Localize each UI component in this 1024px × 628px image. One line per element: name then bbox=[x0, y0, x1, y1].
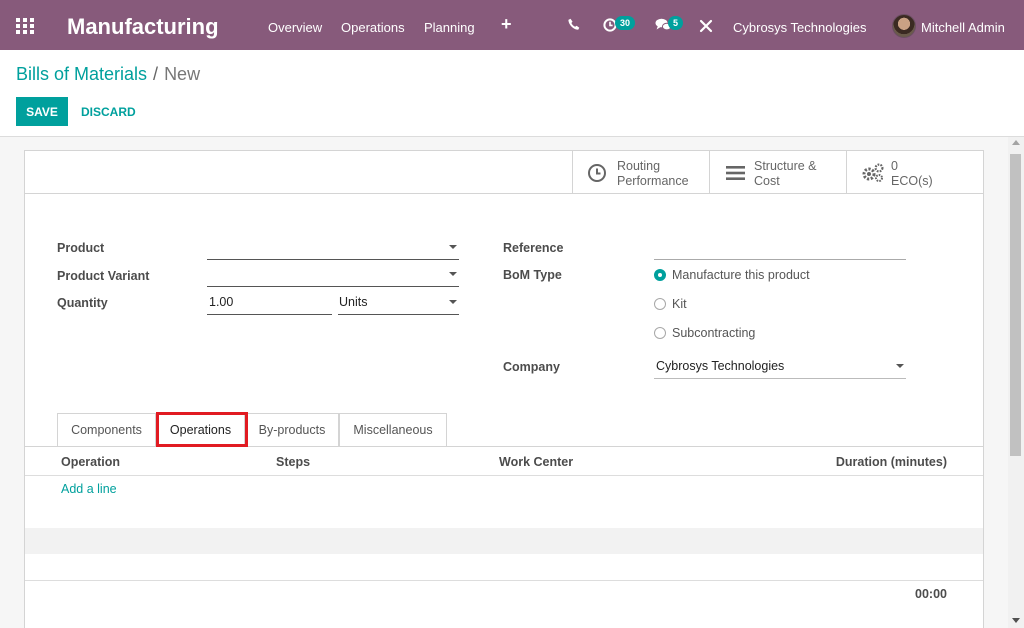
discard-button[interactable]: DISCARD bbox=[74, 97, 143, 126]
activity-count-badge: 30 bbox=[615, 16, 636, 30]
structure-cost-label: Structure & Cost bbox=[754, 159, 817, 188]
column-header-operation[interactable]: Operation bbox=[61, 455, 120, 469]
phone-icon[interactable] bbox=[568, 18, 580, 35]
quantity-field[interactable]: 1.00 bbox=[207, 293, 332, 315]
bom-type-kit-radio[interactable] bbox=[654, 298, 666, 310]
column-header-steps[interactable]: Steps bbox=[276, 455, 310, 469]
bom-type-subcontracting-radio[interactable] bbox=[654, 327, 666, 339]
eco-button[interactable]: 0 ECO(s) bbox=[846, 151, 983, 193]
breadcrumb: Bills of Materials / New bbox=[16, 64, 200, 85]
structure-cost-button[interactable]: Structure & Cost bbox=[709, 151, 846, 193]
tab-miscellaneous[interactable]: Miscellaneous bbox=[339, 413, 447, 447]
apps-menu-icon[interactable] bbox=[16, 18, 34, 34]
clock-icon bbox=[587, 163, 607, 187]
menu-overview[interactable]: Overview bbox=[268, 20, 322, 35]
bom-type-manufacture-radio[interactable] bbox=[654, 269, 666, 281]
chevron-down-icon bbox=[449, 300, 457, 304]
table-row bbox=[25, 528, 983, 554]
column-header-duration[interactable]: Duration (minutes) bbox=[836, 455, 947, 469]
total-duration: 00:00 bbox=[915, 587, 947, 601]
breadcrumb-current: New bbox=[164, 64, 201, 84]
bom-type-manufacture-label[interactable]: Manufacture this product bbox=[672, 268, 810, 282]
bom-type-kit-label[interactable]: Kit bbox=[672, 297, 687, 311]
tab-by-products[interactable]: By-products bbox=[245, 413, 339, 447]
chevron-down-icon bbox=[449, 272, 457, 276]
column-header-work-center[interactable]: Work Center bbox=[499, 455, 573, 469]
routing-performance-button[interactable]: Routing Performance bbox=[572, 151, 709, 193]
tools-icon[interactable] bbox=[699, 19, 713, 37]
routing-performance-label: Routing Performance bbox=[617, 159, 689, 188]
gears-icon bbox=[861, 163, 885, 187]
bom-type-subcontracting-label[interactable]: Subcontracting bbox=[672, 326, 755, 340]
company-label: Company bbox=[503, 360, 560, 374]
breadcrumb-separator: / bbox=[153, 64, 159, 84]
message-count-badge: 5 bbox=[668, 16, 684, 30]
bars-icon bbox=[726, 163, 746, 187]
user-menu[interactable]: Mitchell Admin bbox=[921, 20, 1005, 35]
scroll-down-arrow[interactable] bbox=[1012, 618, 1020, 623]
company-field[interactable]: Cybrosys Technologies bbox=[654, 357, 906, 379]
tab-components[interactable]: Components bbox=[57, 413, 156, 447]
breadcrumb-parent-link[interactable]: Bills of Materials bbox=[16, 64, 147, 84]
menu-planning[interactable]: Planning bbox=[424, 20, 475, 35]
plus-icon[interactable]: + bbox=[501, 14, 512, 35]
product-variant-label: Product Variant bbox=[57, 269, 150, 283]
company-switcher[interactable]: Cybrosys Technologies bbox=[733, 20, 866, 35]
reference-field[interactable] bbox=[654, 238, 906, 260]
highlight-box bbox=[156, 412, 248, 447]
save-button[interactable]: SAVE bbox=[16, 97, 68, 126]
bom-type-label: BoM Type bbox=[503, 268, 562, 282]
table-row bbox=[25, 476, 983, 502]
scroll-up-arrow[interactable] bbox=[1012, 140, 1020, 145]
menu-operations[interactable]: Operations bbox=[341, 20, 405, 35]
product-variant-field[interactable] bbox=[207, 265, 459, 287]
table-footer-divider bbox=[25, 580, 983, 581]
app-title[interactable]: Manufacturing bbox=[67, 14, 219, 40]
product-label: Product bbox=[57, 241, 105, 255]
product-field[interactable] bbox=[207, 238, 459, 260]
reference-label: Reference bbox=[503, 241, 564, 255]
chevron-down-icon bbox=[896, 364, 904, 368]
quantity-label: Quantity bbox=[57, 296, 108, 310]
eco-label: 0 ECO(s) bbox=[891, 159, 933, 188]
scrollbar-thumb[interactable] bbox=[1010, 154, 1021, 456]
table-row bbox=[25, 554, 983, 580]
add-line-link[interactable]: Add a line bbox=[61, 482, 117, 496]
chevron-down-icon bbox=[449, 245, 457, 249]
table-row bbox=[25, 502, 983, 528]
user-avatar[interactable] bbox=[892, 14, 916, 38]
uom-field[interactable]: Units bbox=[338, 293, 459, 315]
